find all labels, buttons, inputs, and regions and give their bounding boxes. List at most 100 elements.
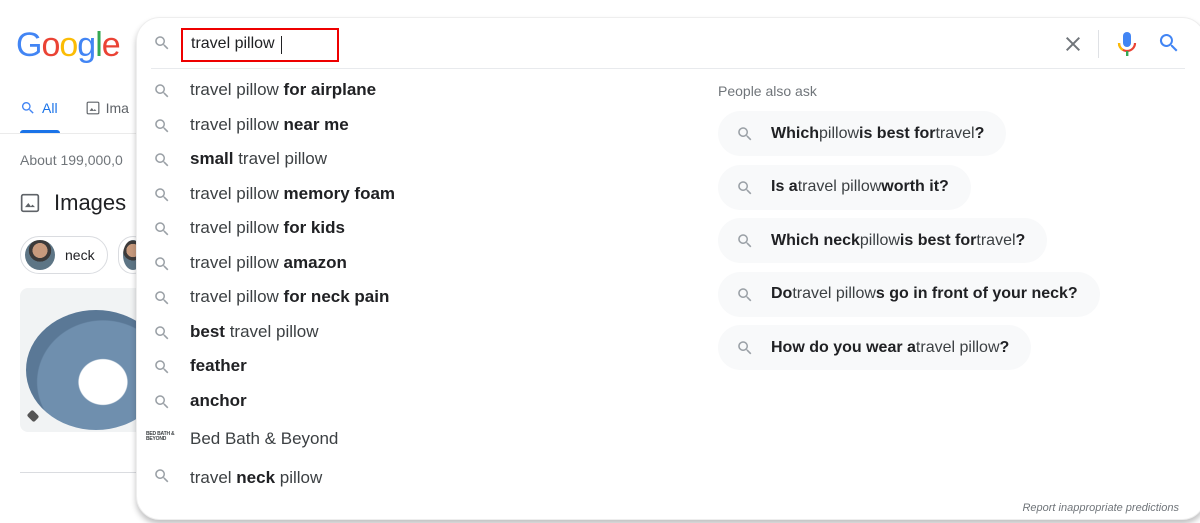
search-icon — [155, 153, 169, 167]
people-also-ask-item[interactable]: Is a travel pillow worth it? — [718, 164, 971, 210]
logo-letter: G — [16, 26, 42, 64]
suggestion-text: pillow — [819, 124, 860, 142]
suggestion-text-bold: Do — [771, 285, 793, 302]
search-icon — [155, 36, 169, 50]
suggestion-label: Bed Bath & Beyond — [190, 429, 339, 448]
voice-search-button[interactable] — [1115, 30, 1139, 58]
suggestion-item[interactable]: travel pillow for airplane — [137, 73, 697, 108]
search-icon — [155, 360, 169, 374]
suggestion-text: travel pillow — [792, 285, 876, 302]
suggestion-text: travel — [190, 468, 237, 487]
search-icon — [738, 341, 752, 355]
search-icon — [155, 187, 169, 201]
logo-letter: o — [41, 26, 60, 64]
suggestion-label: travel pillow for neck pain — [190, 287, 389, 307]
close-icon — [1066, 37, 1080, 51]
suggestion-label: travel neck pillow — [190, 468, 322, 488]
bed-bath-beyond-logo-icon: BED BATH & BEYOND — [146, 431, 175, 442]
search-icon — [21, 102, 34, 114]
suggestion-text-bold: feather — [190, 356, 247, 376]
search-icon — [155, 291, 169, 305]
search-icon — [155, 394, 169, 408]
image-filter-chip-neck[interactable]: neck — [20, 236, 108, 274]
suggestion-text-bold: anchor — [190, 390, 247, 410]
people-also-ask-item[interactable]: Do travel pillow s go in front of your ne… — [718, 271, 1100, 317]
suggestion-item-brand[interactable]: BED BATH & BEYOND Bed Bath & Beyond — [137, 418, 697, 458]
neck-pillow-image — [26, 310, 150, 430]
suggestion-item[interactable]: feather — [137, 349, 697, 384]
suggestion-text-bold: How do you wear a — [771, 338, 916, 356]
suggestion-item[interactable]: travel pillow for neck pain — [137, 280, 697, 315]
logo-letter: e — [101, 26, 121, 64]
people-also-ask-item[interactable]: Which pillow is best for travel? — [718, 111, 1007, 156]
suggestion-text-bold: ? — [999, 338, 1010, 356]
search-icon — [738, 180, 752, 194]
suggestion-label: small travel pillow — [190, 149, 327, 169]
suggestion-text-bold: is best for — [859, 124, 936, 142]
suggestion-text-bold: ? — [1015, 231, 1026, 249]
search-icon — [738, 287, 752, 301]
search-submit-button[interactable] — [1157, 31, 1181, 55]
suggestion-text: travel pillow — [797, 178, 882, 195]
search-divider — [151, 68, 1185, 69]
suggestion-item[interactable]: travel neck pillow — [137, 458, 697, 498]
suggestion-item[interactable]: travel pillow memory foam — [137, 177, 697, 212]
search-icon — [155, 325, 169, 339]
suggestion-text: travel pillow — [224, 321, 319, 341]
people-also-ask-item[interactable]: Which neck pillow is best for travel? — [718, 218, 1048, 263]
suggestion-item[interactable]: anchor — [137, 384, 697, 419]
microphone-icon — [1117, 32, 1137, 56]
suggestion-item[interactable]: travel pillow for kids — [137, 211, 697, 246]
image-icon — [86, 101, 99, 115]
google-search-page: Google All Ima About 199,000,0 Images ne… — [0, 0, 1200, 523]
suggestion-text: travel pillow — [190, 80, 284, 100]
search-icon — [155, 256, 169, 270]
suggestion-text-bold: Which neck — [771, 231, 860, 249]
image-result-thumbnail[interactable] — [20, 288, 150, 432]
suggestion-text: pillow — [859, 231, 900, 249]
suggestion-label: travel pillow for kids — [190, 218, 345, 238]
suggestion-text: travel pillow — [233, 149, 328, 169]
images-heading: Images — [20, 190, 126, 216]
suggestion-text-bold: Is a — [771, 178, 798, 195]
clear-button[interactable] — [1061, 32, 1085, 56]
search-icon — [1159, 34, 1178, 52]
suggestion-text-bold: is best for — [899, 231, 977, 249]
suggestion-text: travel pillow — [190, 114, 284, 134]
suggestion-label: anchor — [190, 391, 247, 411]
google-logo[interactable]: Google — [16, 26, 121, 65]
chip-label: neck — [65, 247, 95, 263]
people-also-ask-item[interactable]: How do you wear a travel pillow? — [718, 325, 1032, 370]
suggestion-text: travel — [976, 231, 1016, 249]
tab-images[interactable]: Ima — [86, 100, 129, 116]
section-divider — [20, 472, 140, 473]
tab-all[interactable]: All — [20, 100, 58, 116]
suggestion-text-bold: for neck pain — [283, 287, 390, 307]
result-stats: About 199,000,0 — [20, 152, 123, 168]
suggestion-text: travel pillow — [915, 338, 1000, 356]
suggestion-item[interactable]: travel pillow near me — [137, 108, 697, 143]
query-highlight-box — [181, 28, 339, 62]
search-icon — [738, 234, 752, 248]
search-tabs: All Ima — [20, 100, 129, 116]
tag-icon — [26, 409, 40, 423]
suggestion-item[interactable]: travel pillow amazon — [137, 246, 697, 281]
suggestion-text: travel pillow — [190, 287, 284, 307]
search-icon — [155, 222, 169, 236]
suggestion-item[interactable]: small travel pillow — [137, 142, 697, 177]
people-also-ask-list: Which pillow is best for travel? Is a tra… — [718, 111, 1100, 379]
suggestion-text-bold: memory foam — [283, 183, 396, 203]
logo-letter: g — [77, 26, 96, 64]
search-bar — [137, 18, 1200, 68]
suggestion-item[interactable]: best travel pillow — [137, 315, 697, 350]
logo-letter: o — [59, 26, 78, 64]
report-predictions-link[interactable]: Report inappropriate predictions — [1022, 502, 1179, 514]
suggestion-text-bold: s go in front of your neck? — [875, 285, 1078, 302]
search-icon — [155, 469, 169, 483]
chip-thumbnail — [25, 240, 55, 270]
suggestion-label: feather — [190, 356, 247, 376]
suggestion-list: travel pillow for airplane travel pillow … — [137, 73, 697, 498]
suggestion-text-bold: worth it? — [881, 178, 949, 195]
search-input[interactable] — [191, 35, 331, 53]
suggestion-text-bold: best — [190, 321, 225, 341]
